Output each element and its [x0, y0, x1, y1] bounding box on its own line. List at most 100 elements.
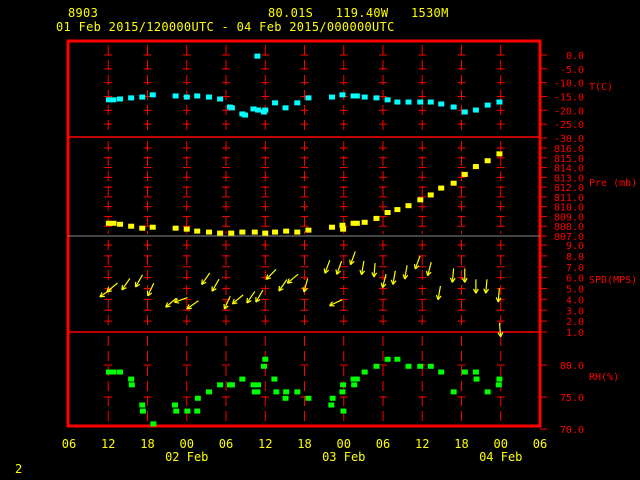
- wind-arrow: [265, 268, 277, 280]
- y-tick-label: -10.0: [554, 79, 584, 90]
- pressure-point: [373, 215, 380, 221]
- y-tick-label: 8.0: [566, 252, 584, 263]
- x-tick-label: 06: [219, 437, 233, 451]
- pressure-point: [417, 197, 424, 203]
- rh-point: [255, 382, 262, 388]
- rh-point: [184, 408, 191, 414]
- pressure-point: [438, 185, 445, 191]
- series-label: Pre (mb): [589, 178, 637, 189]
- rh-point: [283, 389, 290, 395]
- temperature-point: [254, 53, 261, 59]
- pressure-point: [110, 220, 117, 226]
- temperature-point: [361, 94, 368, 100]
- pressure-point: [450, 180, 457, 186]
- wind-arrow: [201, 272, 211, 285]
- wind-arrow-head: [349, 259, 352, 265]
- y-tick-label: -25.0: [554, 120, 584, 131]
- rh-point: [260, 363, 267, 369]
- temperature-point: [405, 99, 412, 105]
- wind-arrow-head: [380, 282, 384, 288]
- pressure-point: [496, 151, 503, 157]
- rh-point: [128, 376, 135, 382]
- y-tick-label: 80.0: [560, 361, 584, 372]
- pressure-point: [384, 210, 391, 216]
- wind-arrow-head: [302, 286, 305, 293]
- rh-point: [194, 395, 201, 401]
- rh-point: [427, 363, 434, 369]
- pressure-point: [328, 224, 335, 230]
- x-tick-label: 06: [376, 437, 390, 451]
- temperature-point: [117, 96, 124, 102]
- rh-point: [228, 382, 235, 388]
- wind-arrow: [483, 279, 490, 294]
- y-tick-label: 6.0: [566, 274, 584, 285]
- pressure-point: [294, 229, 301, 235]
- wind-arrow: [425, 262, 432, 277]
- x-tick-label: 00: [494, 437, 508, 451]
- pressure-point: [205, 229, 212, 235]
- rh-point: [117, 369, 124, 375]
- y-tick-label: -20.0: [554, 106, 584, 117]
- rh-point: [128, 382, 135, 388]
- pressure-point: [117, 221, 124, 227]
- y-tick-label: 70.0: [560, 425, 584, 436]
- wind-arrow: [335, 261, 343, 275]
- x-tick-label: 00: [337, 437, 351, 451]
- y-tick-label: 3.0: [566, 306, 584, 317]
- rh-point: [110, 369, 117, 375]
- temperature-point: [205, 94, 212, 100]
- rh-point: [473, 376, 480, 382]
- temperature-point: [339, 92, 346, 98]
- temperature-point: [472, 107, 479, 113]
- pressure-point: [139, 225, 146, 231]
- rh-point: [384, 356, 391, 362]
- temperature-point: [384, 97, 391, 103]
- y-tick-label: -5.0: [560, 65, 584, 76]
- rh-point: [461, 369, 468, 375]
- pressure-point: [228, 230, 235, 236]
- rh-point: [329, 395, 336, 401]
- wind-arrow-head: [359, 269, 363, 275]
- rh-point: [205, 389, 212, 395]
- temperature-point: [110, 97, 117, 103]
- rh-point: [405, 363, 412, 369]
- rh-point: [150, 421, 157, 427]
- y-tick-label: 2.0: [566, 317, 584, 328]
- date-label: 03 Feb: [322, 450, 365, 464]
- temperature-point: [417, 99, 424, 105]
- pressure-point: [305, 227, 312, 233]
- rh-point: [139, 408, 146, 414]
- wind-arrow-head: [413, 263, 416, 270]
- rh-point: [305, 395, 312, 401]
- temperature-point: [461, 109, 468, 115]
- x-tick-label: 12: [415, 437, 429, 451]
- x-tick-label: 06: [62, 437, 76, 451]
- pressure-point: [361, 219, 368, 225]
- wind-arrow-head: [186, 307, 192, 310]
- rh-point: [353, 376, 360, 382]
- temperature-point: [194, 93, 201, 99]
- wind-arrow: [435, 285, 442, 301]
- rh-point: [496, 376, 503, 382]
- rh-point: [194, 408, 201, 414]
- temperature-point: [294, 100, 301, 106]
- temperature-point: [128, 95, 135, 101]
- temperature-point: [272, 100, 279, 106]
- x-tick-label: 18: [297, 437, 311, 451]
- temperature-point: [373, 95, 380, 101]
- temperature-point: [394, 99, 401, 105]
- temperature-point: [183, 94, 190, 100]
- y-tick-label: 1.0: [566, 328, 584, 339]
- rh-point: [271, 376, 278, 382]
- wind-arrow: [146, 282, 155, 297]
- pressure-point: [128, 223, 135, 229]
- wind-arrow-head: [425, 270, 429, 276]
- y-tick-label: 75.0: [560, 393, 584, 404]
- wind-arrow: [278, 279, 288, 292]
- rh-point: [254, 389, 261, 395]
- wind-arrow-head: [99, 295, 105, 298]
- rh-point: [340, 408, 347, 414]
- temperature-point: [172, 93, 179, 99]
- series-label: RH(%): [589, 372, 619, 383]
- rh-point: [361, 369, 368, 375]
